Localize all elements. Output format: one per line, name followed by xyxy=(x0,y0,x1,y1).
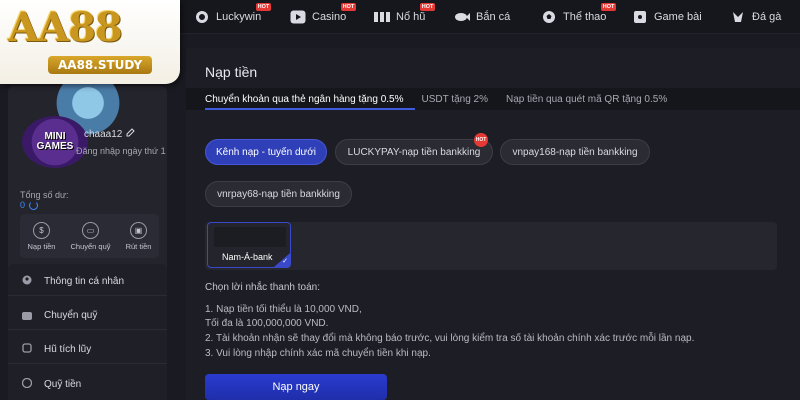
withdraw-button[interactable]: ▣ Rút tiền xyxy=(125,221,152,251)
balance-value: 0 xyxy=(20,200,39,210)
nav-label: Game bài xyxy=(654,11,702,23)
site-logo[interactable]: AA88 AA88.STUDY xyxy=(0,0,180,84)
fund-icon xyxy=(21,377,33,391)
deposit-button[interactable]: $ Nạp tiền xyxy=(27,221,56,251)
promo-tabs: Chuyển khoản qua thẻ ngân hàng tặng 0.5%… xyxy=(186,88,800,110)
deposit-icon: $ xyxy=(32,221,50,239)
note-line: 3. Vui lòng nhập chính xác mã chuyển tiề… xyxy=(205,348,431,359)
nav-game-bai[interactable]: Game bài xyxy=(632,7,702,27)
promo-tab-bank[interactable]: Chuyển khoản qua thẻ ngân hàng tặng 0.5% xyxy=(205,94,404,105)
nav-no-hu[interactable]: Nổ hũ HOT xyxy=(374,3,436,27)
promo-tab-qr[interactable]: Nạp tiền qua quét mã QR tặng 0.5% xyxy=(506,94,667,105)
channel-label: Kênh nạp - tuyến dưới xyxy=(216,146,316,158)
note-line: Tối đa là 100,000,000 VND. xyxy=(205,318,329,329)
deposit-submit-button[interactable]: Nạp ngay xyxy=(205,374,387,400)
minigames-line2: GAMES xyxy=(36,141,74,152)
notes-title: Chọn lời nhắc thanh toán: xyxy=(205,282,320,293)
logo-domain: AA88.STUDY xyxy=(48,56,153,74)
page-title: Nạp tiền xyxy=(205,64,258,80)
nav-label: Luckywin xyxy=(216,11,262,23)
wallet-icon xyxy=(22,311,32,320)
quick-actions: $ Nạp tiền ▭ Chuyển quỹ ▣ Rút tiền xyxy=(20,214,159,258)
nav-the-thao[interactable]: Thể thao HOT xyxy=(541,3,617,27)
deposit-label: Nạp tiền xyxy=(27,241,56,251)
nav-da-ga[interactable]: Đá gà xyxy=(730,7,781,27)
slot-icon xyxy=(374,9,390,25)
fish-icon xyxy=(454,9,470,25)
hot-badge: HOT xyxy=(340,3,357,11)
logo-text: AA88 xyxy=(8,4,123,51)
channel-label: vnpay168-nạp tiền bankking xyxy=(512,146,638,158)
user-icon xyxy=(22,275,32,288)
nav-label: Casino xyxy=(312,11,347,23)
menu-label: Chuyển quỹ xyxy=(44,310,98,321)
withdraw-icon: ▣ xyxy=(130,221,147,239)
note-line: 2. Tài khoản nhận sẽ thay đổi mà không b… xyxy=(205,333,695,344)
hot-badge: HOT xyxy=(255,3,272,11)
sidebar: MINI GAMES chaaa12 Đăng nhập ngày thứ 1 … xyxy=(0,34,176,400)
check-icon: ✓ xyxy=(282,258,288,265)
withdraw-label: Rút tiền xyxy=(125,241,152,251)
play-icon xyxy=(290,9,306,25)
username: chaaa12 xyxy=(84,128,136,140)
soccer-icon xyxy=(541,9,557,25)
menu-item-transfer[interactable]: Chuyển quỹ xyxy=(8,302,167,330)
rooster-icon xyxy=(730,9,746,25)
menu-item-fund[interactable]: Quỹ tiền xyxy=(8,370,167,398)
jar-icon xyxy=(22,343,32,356)
luckywin-icon xyxy=(194,9,210,25)
edit-icon[interactable] xyxy=(126,128,136,140)
balance-amount: 0 xyxy=(20,200,26,210)
promo-tab-usdt[interactable]: USDT tặng 2% xyxy=(422,94,489,105)
channel-button-vnrpay68[interactable]: vnrpay68-nạp tiền bankking xyxy=(205,181,352,207)
hot-badge: HOT xyxy=(600,3,617,11)
nav-label: Nổ hũ xyxy=(396,11,426,23)
hot-badge: HOT xyxy=(419,3,436,11)
balance-label: Tổng số dư: xyxy=(20,190,69,200)
menu-item-profile[interactable]: Thông tin cá nhân xyxy=(8,268,167,296)
minigames-button[interactable]: MINI GAMES xyxy=(22,116,88,168)
channel-label: LUCKYPAY-nạp tiền bankking xyxy=(347,146,481,158)
transfer-button[interactable]: ▭ Chuyển quỹ xyxy=(70,221,111,251)
note-line: 1. Nạp tiền tối thiểu là 10,000 VND, xyxy=(205,304,362,315)
nav-luckywin[interactable]: Luckywin HOT xyxy=(194,3,272,27)
username-text: chaaa12 xyxy=(84,128,123,140)
account-menu: Thông tin cá nhân Chuyển quỹ Hũ tích lũy… xyxy=(8,264,167,400)
refresh-icon[interactable] xyxy=(29,200,39,210)
channel-label: vnrpay68-nạp tiền bankking xyxy=(217,188,340,200)
menu-label: Quỹ tiền xyxy=(44,378,82,390)
nav-label: Thể thao xyxy=(563,11,607,23)
nav-label: Đá gà xyxy=(752,11,782,23)
nav-casino[interactable]: Casino HOT xyxy=(290,3,357,27)
active-tab-indicator xyxy=(205,108,415,110)
login-days: Đăng nhập ngày thứ 1 xyxy=(76,146,166,156)
menu-label: Hũ tích lũy xyxy=(44,344,92,355)
nav-ban-ca[interactable]: Bắn cá xyxy=(454,7,510,27)
channel-button-vnpay168[interactable]: vnpay168-nạp tiền bankking xyxy=(500,139,650,165)
menu-label: Thông tin cá nhân xyxy=(44,276,125,287)
nav-label: Bắn cá xyxy=(476,11,511,23)
bank-logo xyxy=(214,227,286,247)
bank-card-nam-a[interactable]: Nam-Á-bank ✓ xyxy=(207,222,291,268)
wallet-icon: ▭ xyxy=(82,221,100,239)
cards-icon xyxy=(632,9,648,25)
bank-selector: Nam-Á-bank ✓ xyxy=(205,222,777,270)
transfer-label: Chuyển quỹ xyxy=(70,241,111,251)
bank-name: Nam-Á-bank xyxy=(222,252,273,262)
hot-badge: HOT xyxy=(474,133,488,147)
channel-button-luckypay[interactable]: LUCKYPAY-nạp tiền bankking HOT xyxy=(335,133,493,165)
channel-button-tuyen-duoi[interactable]: Kênh nạp - tuyến dưới xyxy=(205,139,327,165)
menu-item-jar[interactable]: Hũ tích lũy xyxy=(8,336,167,364)
deposit-panel: Nạp tiền Chuyển khoản qua thẻ ngân hàng … xyxy=(186,48,800,400)
